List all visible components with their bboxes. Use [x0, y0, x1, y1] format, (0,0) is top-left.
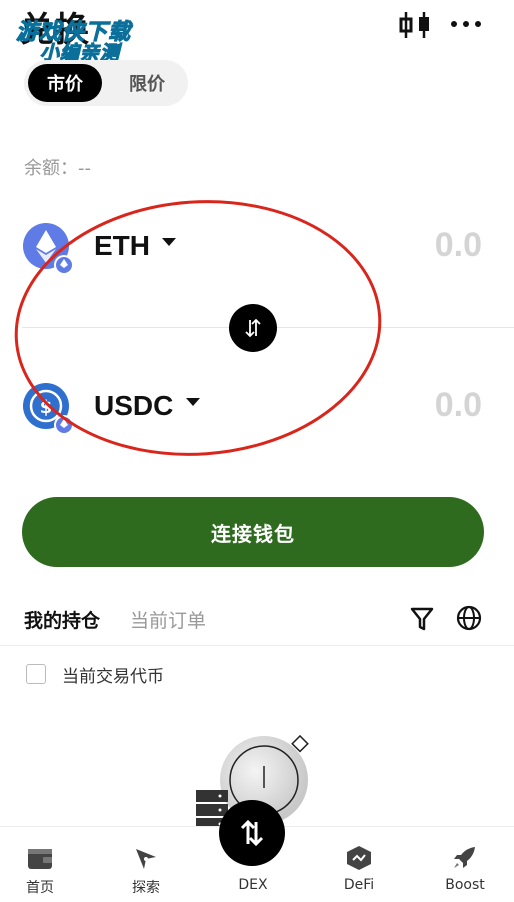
rocket-icon: [454, 847, 475, 868]
from-token-symbol[interactable]: ETH: [94, 230, 150, 262]
from-token-row: ETH 0.0: [22, 218, 492, 278]
connect-wallet-button[interactable]: 连接钱包: [22, 497, 484, 567]
globe-icon[interactable]: [456, 605, 482, 631]
nav-item-home[interactable]: 首页: [0, 827, 80, 902]
dex-swap-button[interactable]: [219, 800, 285, 866]
more-options-icon[interactable]: [448, 10, 484, 40]
nav-label: 首页: [26, 880, 54, 896]
nav-label: 探索: [132, 880, 160, 896]
swap-direction-button[interactable]: [229, 304, 277, 352]
candlestick-chart-icon[interactable]: [398, 10, 434, 40]
to-token-symbol[interactable]: USDC: [94, 390, 173, 422]
nav-label: DeFi: [343, 877, 375, 893]
compass-icon: [136, 849, 156, 869]
usdc-icon: $: [22, 382, 74, 435]
tab-current-orders[interactable]: 当前订单: [130, 606, 206, 633]
current-token-checkbox[interactable]: [26, 664, 46, 684]
nav-item-defi[interactable]: DeFi: [319, 827, 399, 902]
filter-icon[interactable]: [410, 606, 434, 632]
chevron-down-icon[interactable]: [162, 238, 176, 246]
swap-icon: [240, 819, 264, 847]
divider: [0, 645, 514, 646]
from-amount-input[interactable]: 0.0: [435, 226, 482, 265]
chevron-down-icon[interactable]: [186, 398, 200, 406]
defi-icon: [347, 846, 371, 870]
nav-label: Boost: [445, 877, 485, 893]
to-token-row: $ USDC 0.0: [22, 378, 492, 438]
checkbox-label: 当前交易代币: [62, 667, 164, 687]
nav-label: DEX: [238, 877, 268, 893]
tab-my-positions[interactable]: 我的持仓: [24, 606, 100, 633]
balance-text: 余额：--: [24, 158, 91, 179]
swap-arrows-icon: [245, 318, 261, 338]
tab-market[interactable]: 市价: [28, 64, 102, 102]
nav-item-explore[interactable]: 探索: [106, 827, 186, 902]
nav-item-boost[interactable]: Boost: [425, 827, 505, 902]
to-amount-input[interactable]: 0.0: [435, 386, 482, 425]
watermark: 游戏侠下载 小编亲测: [12, 8, 162, 66]
tab-limit[interactable]: 限价: [110, 64, 184, 102]
order-type-toggle: 市价 限价: [24, 60, 188, 106]
wallet-icon: [28, 849, 52, 869]
svg-text:$: $: [40, 397, 53, 418]
ethereum-icon: [22, 222, 74, 275]
